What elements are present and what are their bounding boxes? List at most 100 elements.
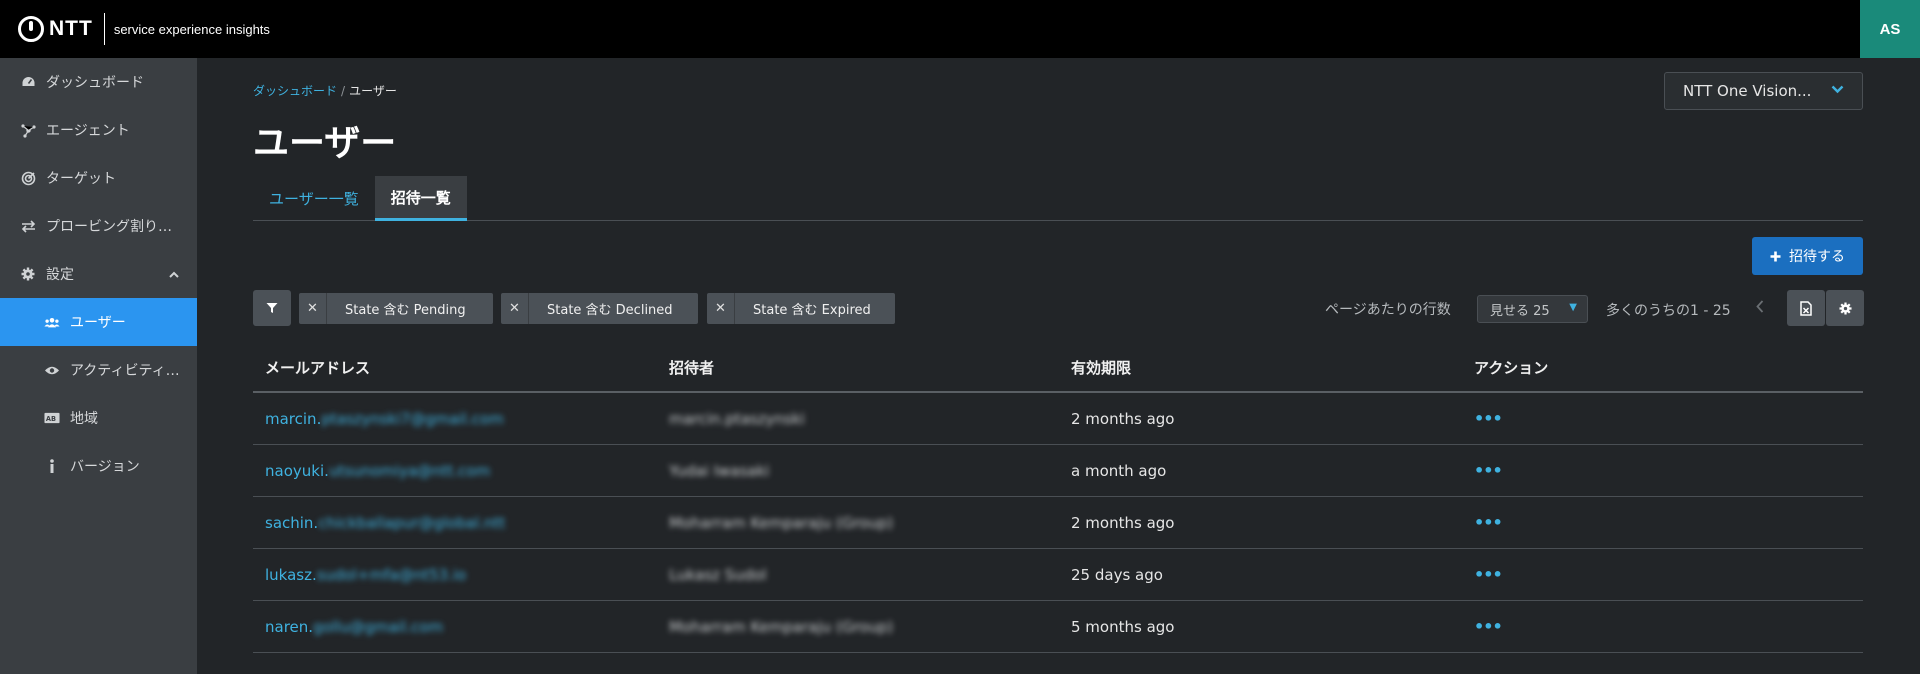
column-header-inviter[interactable]: 招待者 [657,357,1059,378]
sidebar-item-probing[interactable]: プロービング割り… [0,202,197,250]
column-header-email[interactable]: メールアドレス [253,357,657,378]
logo-divider [103,13,105,45]
table-row: naoyuki.utsunomiya@ntt.com Yudai Iwasaki… [253,445,1863,497]
email-cell[interactable]: sachin.chickballapur@global.ntt [253,514,657,532]
organization-selector[interactable]: NTT One Vision... [1664,72,1863,110]
svg-text:AB: AB [46,415,56,423]
rows-per-page-label: ページあたりの行数 [1325,302,1451,318]
table-header: メールアドレス 招待者 有効期限 アクション [253,343,1863,393]
row-actions-button[interactable]: ••• [1474,409,1503,428]
page-title: ユーザー [253,123,397,164]
remove-filter-pending-button[interactable]: ✕ [299,293,327,324]
sidebar-item-version[interactable]: バージョン [0,442,197,490]
email-cell[interactable]: naren.gollu@gmail.com [253,618,657,636]
sidebar-item-activity[interactable]: アクティビティ… [0,346,197,394]
email-cell[interactable]: marcin.ptaszynski7@gmail.com [253,410,657,428]
table-row: lukasz.sudol+mfa@nt53.io Lukasz Sudol 25… [253,549,1863,601]
sidebar-item-label: アクティビティ… [70,363,180,379]
filter-chip-label: State 含む Expired [753,303,871,318]
table-row: sachin.chickballapur@global.ntt Moharram… [253,497,1863,549]
tab-user-list[interactable]: ユーザー一覧 [253,176,375,221]
gear-icon [1838,301,1852,315]
chevron-down-icon [1831,82,1844,98]
sidebar-item-agents[interactable]: エージェント [0,106,197,154]
sidebar-item-label: エージェント [46,123,130,139]
sidebar-item-users[interactable]: ユーザー [0,298,197,346]
filter-button[interactable] [253,290,291,326]
expiry-cell: 25 days ago [1071,565,1163,584]
chevron-up-icon [169,267,179,281]
expiry-cell: 5 months ago [1071,617,1175,636]
sidebar-item-targets[interactable]: ターゲット [0,154,197,202]
filter-chip-expired: ✕ State 含む Expired [707,293,895,324]
email-cell[interactable]: naoyuki.utsunomiya@ntt.com [253,462,657,480]
logo-text: NTT [49,17,93,40]
product-name: service experience insights [113,21,270,37]
chevron-left-icon [1756,300,1764,313]
eye-icon [44,362,60,378]
top-bar: NTT service experience insights AS [0,0,1920,58]
remove-filter-expired-button[interactable]: ✕ [707,293,735,324]
sidebar-item-settings[interactable]: 設定 [0,250,197,298]
sidebar-item-region[interactable]: AB 地域 [0,394,197,442]
table-settings-button[interactable] [1826,290,1864,326]
row-actions-button[interactable]: ••• [1474,617,1503,636]
sidebar-item-label: バージョン [70,459,140,475]
ntt-logo[interactable]: NTT service experience insights [18,13,270,45]
breadcrumb-current: ユーザー [349,84,397,98]
user-avatar[interactable]: AS [1860,0,1920,58]
filter-icon [266,303,278,313]
breadcrumb: ダッシュボード / ユーザー [253,82,397,99]
filter-chip-declined: ✕ State 含む Declined [501,293,698,324]
expiry-cell: 2 months ago [1071,409,1175,428]
table-row: marcin.ptaszynski7@gmail.com marcin.ptas… [253,393,1863,445]
breadcrumb-dashboard-link[interactable]: ダッシュボード [253,84,337,98]
expiry-cell: a month ago [1071,461,1167,480]
plus-icon [1770,247,1781,266]
row-actions-button[interactable]: ••• [1474,461,1503,480]
invite-button-label: 招待する [1789,249,1845,265]
inviter-cell: Yudai Iwasaki [669,461,770,480]
inviter-cell: Moharram Kemparaju (Group) [669,617,894,636]
previous-page-button[interactable] [1756,298,1764,317]
breadcrumb-separator: / [341,84,346,98]
column-header-expiry[interactable]: 有効期限 [1059,357,1462,378]
expiry-cell: 2 months ago [1071,513,1175,532]
tab-invitation-list[interactable]: 招待一覧 [374,176,467,221]
target-icon [20,170,36,186]
rows-per-page-select[interactable]: 見せる 25 ▼ [1477,295,1588,323]
invite-button[interactable]: 招待する [1752,237,1863,275]
sidebar-item-label: ユーザー [70,315,126,331]
dashboard-icon [20,74,36,90]
transfer-icon [20,218,36,234]
inviter-cell: Lukasz Sudol [669,565,767,584]
row-actions-button[interactable]: ••• [1474,513,1503,532]
filter-chip-label: State 含む Declined [547,303,673,318]
column-header-actions: アクション [1474,358,1549,377]
sidebar-item-label: ターゲット [46,171,116,187]
inviter-cell: Moharram Kemparaju (Group) [669,513,894,532]
export-file-icon [1800,300,1812,316]
ntt-logo-icon [18,16,44,42]
sidebar-item-dashboard[interactable]: ダッシュボード [0,58,197,106]
rows-per-page-value: 見せる 25 [1490,303,1550,319]
email-cell[interactable]: lukasz.sudol+mfa@nt53.io [253,566,657,584]
sidebar-item-label: 地域 [70,411,98,427]
filter-chip-pending: ✕ State 含む Pending [299,293,493,324]
pagination-range: 多くのうちの1 - 25 [1606,303,1731,319]
region-icon: AB [44,410,60,426]
users-icon [44,314,60,330]
filter-chip-label: State 含む Pending [345,303,466,318]
tab-bar: ユーザー一覧 招待一覧 [253,176,1863,221]
export-button[interactable] [1787,290,1825,326]
sidebar-item-label: ダッシュボード [46,75,144,91]
remove-filter-declined-button[interactable]: ✕ [501,293,529,324]
inviter-cell: marcin.ptaszynski [669,409,805,428]
gear-icon [20,266,36,282]
agent-icon [20,122,36,138]
sidebar-item-label: 設定 [46,267,74,283]
sidebar-item-label: プロービング割り… [46,219,172,235]
row-actions-button[interactable]: ••• [1474,565,1503,584]
filter-toolbar: ✕ State 含む Pending ✕ State 含む Declined ✕… [253,290,1864,326]
organization-selector-value: NTT One Vision... [1683,82,1812,100]
